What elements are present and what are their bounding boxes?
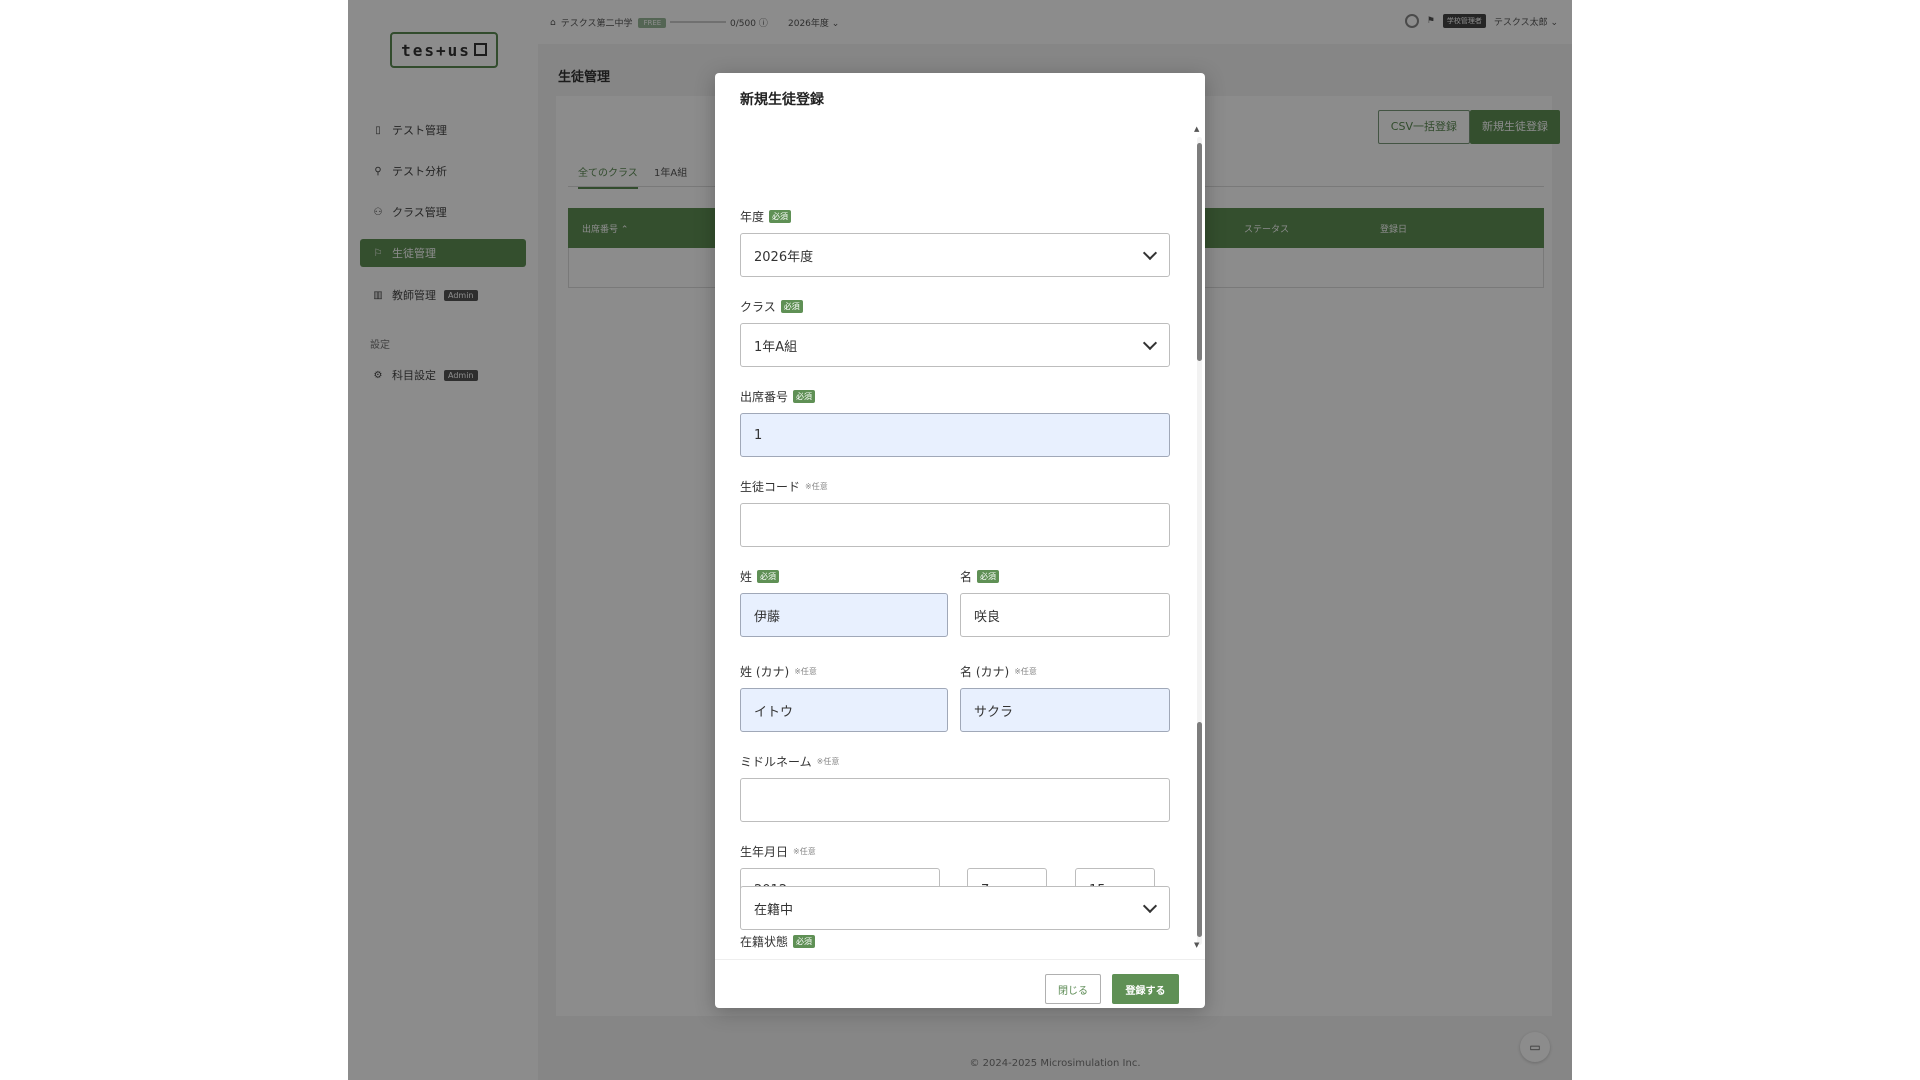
required-badge: 必須 bbox=[769, 210, 792, 223]
last-name-kana-label: 姓 (カナ) ※任意 bbox=[740, 665, 817, 679]
chevron-down-icon bbox=[1142, 898, 1158, 914]
required-badge: 必須 bbox=[780, 300, 803, 313]
last-name-label: 姓必須 bbox=[740, 568, 780, 585]
student-code-label: 生徒コード ※任意 bbox=[740, 480, 828, 494]
dialog-title: 新規生徒登録 bbox=[740, 92, 824, 108]
new-student-dialog: 新規生徒登録 年度 必須 2026年度 クラス 必須 1年A組 出席番号 必須 1 生… bbox=[715, 73, 1205, 1008]
student-code-input[interactable] bbox=[740, 503, 1170, 547]
optional-note: ※任意 bbox=[793, 847, 816, 856]
attendance-number-input[interactable]: 1 bbox=[740, 413, 1170, 457]
class-select[interactable]: 1年A組 bbox=[740, 323, 1170, 367]
required-badge: 必須 bbox=[793, 390, 816, 403]
enrollment-status-label: 在籍状態 必須 bbox=[740, 933, 816, 950]
scroll-thumb[interactable] bbox=[1197, 143, 1202, 361]
year-label: 年度 必須 bbox=[740, 208, 792, 225]
first-name-label: 名必須 bbox=[960, 568, 1000, 585]
scroll-down-arrow-icon[interactable]: ▼ bbox=[1194, 941, 1199, 949]
optional-note: ※任意 bbox=[816, 757, 840, 766]
optional-note: ※任意 bbox=[794, 667, 817, 676]
required-badge: 必須 bbox=[757, 570, 780, 583]
dialog-scrollbar[interactable] bbox=[1197, 137, 1202, 945]
middle-name-label: ミドルネーム ※任意 bbox=[740, 755, 840, 769]
dialog-footer: 閉じる 登録する bbox=[715, 959, 1205, 1008]
scroll-up-arrow-icon[interactable]: ▲ bbox=[1194, 125, 1199, 133]
register-button[interactable]: 登録する bbox=[1112, 974, 1179, 1004]
first-name-kana-label: 名 (カナ) ※任意 bbox=[960, 665, 1037, 679]
last-name-kana-input[interactable]: イトウ bbox=[740, 688, 948, 732]
first-name-input[interactable]: 咲良 bbox=[960, 593, 1170, 637]
last-name-input[interactable]: 伊藤 bbox=[740, 593, 948, 637]
chevron-down-icon bbox=[1142, 245, 1158, 261]
birthdate-label: 生年月日 ※任意 bbox=[740, 845, 816, 859]
required-badge: 必須 bbox=[793, 935, 816, 948]
year-select[interactable]: 2026年度 bbox=[740, 233, 1170, 277]
required-badge: 必須 bbox=[977, 570, 1000, 583]
middle-name-input[interactable] bbox=[740, 778, 1170, 822]
scroll-thumb[interactable] bbox=[1197, 722, 1202, 937]
first-name-kana-input[interactable]: サクラ bbox=[960, 688, 1170, 732]
enrollment-status-select[interactable]: 在籍中 bbox=[740, 886, 1170, 930]
dialog-form: 年度 必須 2026年度 クラス 必須 1年A組 出席番号 必須 1 生徒コード ※任意… bbox=[715, 121, 1205, 959]
optional-note: ※任意 bbox=[1014, 667, 1037, 676]
close-button[interactable]: 閉じる bbox=[1045, 974, 1101, 1004]
optional-note: ※任意 bbox=[805, 482, 828, 491]
attendance-number-label: 出席番号 必須 bbox=[740, 388, 816, 405]
class-label: クラス 必須 bbox=[740, 298, 803, 315]
chevron-down-icon bbox=[1142, 335, 1158, 351]
